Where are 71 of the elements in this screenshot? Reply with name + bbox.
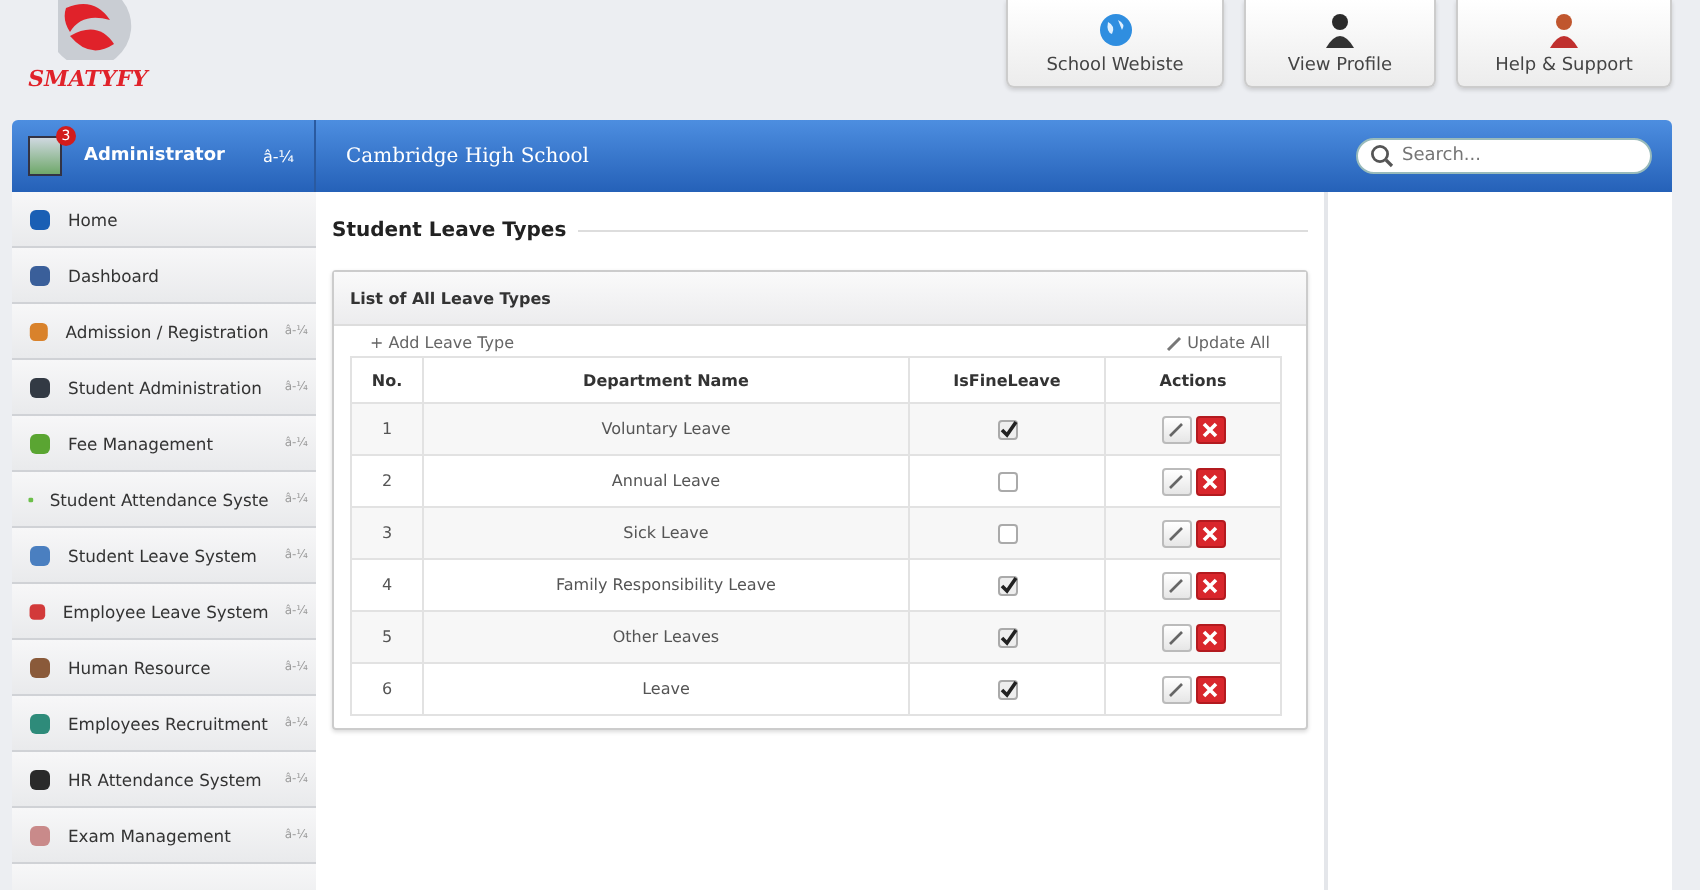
add-leave-type-link[interactable]: + Add Leave Type <box>370 334 514 352</box>
school-name: Cambridge High School <box>346 145 591 167</box>
table-cell: Leave <box>423 663 909 715</box>
table-cell: Other Leaves <box>423 611 909 663</box>
menu-item-icon <box>28 655 52 679</box>
table-cell: Voluntary Leave <box>423 403 909 455</box>
pencil-icon <box>1168 577 1184 593</box>
menu-item-icon <box>28 823 52 847</box>
person-headset-icon <box>1546 11 1582 47</box>
delete-button[interactable] <box>1195 519 1225 547</box>
search-field[interactable]: Search... <box>1356 138 1652 174</box>
checkbox[interactable] <box>997 679 1017 699</box>
menu-item-icon <box>28 599 47 623</box>
top-nav-button[interactable]: Help & Support <box>1456 0 1672 88</box>
user-menu-caret[interactable]: â-¼ <box>262 147 294 165</box>
edit-button[interactable] <box>1161 623 1191 651</box>
menu-item-icon <box>28 711 52 735</box>
close-icon <box>1202 525 1218 541</box>
logo-text: SMATYFY <box>28 66 148 92</box>
checkbox[interactable] <box>997 575 1017 595</box>
globe-icon <box>1097 11 1133 47</box>
column-header: Department Name <box>423 357 909 403</box>
delete-button[interactable] <box>1195 571 1225 599</box>
top-nav-button[interactable]: School Webiste <box>1006 0 1224 88</box>
delete-button[interactable] <box>1195 415 1225 443</box>
menu-item-icon <box>28 431 52 455</box>
menu-item-icon <box>28 263 52 287</box>
user-name[interactable]: Administrator <box>84 146 225 166</box>
table-cell: 5 <box>351 611 423 663</box>
checkbox[interactable] <box>997 419 1017 439</box>
table-cell: Sick Leave <box>423 507 909 559</box>
checkbox[interactable] <box>997 627 1017 647</box>
delete-button[interactable] <box>1195 675 1225 703</box>
pencil-icon <box>1168 473 1184 489</box>
column-header: No. <box>351 357 423 403</box>
page-title: Student Leave Types <box>332 220 567 242</box>
close-icon <box>1202 577 1218 593</box>
close-icon <box>1202 473 1218 489</box>
menu-item-icon <box>28 767 52 791</box>
pencil-icon <box>1168 525 1184 541</box>
panel-title: List of All Leave Types <box>350 289 551 307</box>
edit-button[interactable] <box>1161 415 1191 443</box>
update-all-link[interactable]: Update All <box>1165 334 1270 352</box>
top-nav-button[interactable]: View Profile <box>1244 0 1436 88</box>
menu-item-icon <box>28 375 52 399</box>
edit-button[interactable] <box>1161 467 1191 495</box>
checkbox[interactable] <box>997 523 1017 543</box>
menu-item-icon <box>28 207 52 231</box>
pencil-icon <box>1165 335 1182 351</box>
table-cell: 1 <box>351 403 423 455</box>
edit-button[interactable] <box>1161 675 1191 703</box>
avatar-icon <box>28 136 62 176</box>
delete-button[interactable] <box>1195 467 1225 495</box>
sidebar-item[interactable]: Dashboard <box>12 248 316 304</box>
column-header: IsFineLeave <box>909 357 1105 403</box>
close-icon <box>1202 681 1218 697</box>
pencil-icon <box>1168 681 1184 697</box>
person-icon <box>1322 11 1358 47</box>
sidebar-item[interactable]: Home <box>12 192 316 248</box>
menu-item-icon <box>28 543 52 567</box>
delete-button[interactable] <box>1195 623 1225 651</box>
close-icon <box>1202 421 1218 437</box>
pencil-icon <box>1168 421 1184 437</box>
menu-item-icon <box>28 319 50 343</box>
pencil-icon <box>1168 629 1184 645</box>
edit-button[interactable] <box>1161 519 1191 547</box>
edit-button[interactable] <box>1161 571 1191 599</box>
close-icon <box>1202 629 1218 645</box>
table-cell: 6 <box>351 663 423 715</box>
checkbox[interactable] <box>997 471 1017 491</box>
table-cell: 3 <box>351 507 423 559</box>
